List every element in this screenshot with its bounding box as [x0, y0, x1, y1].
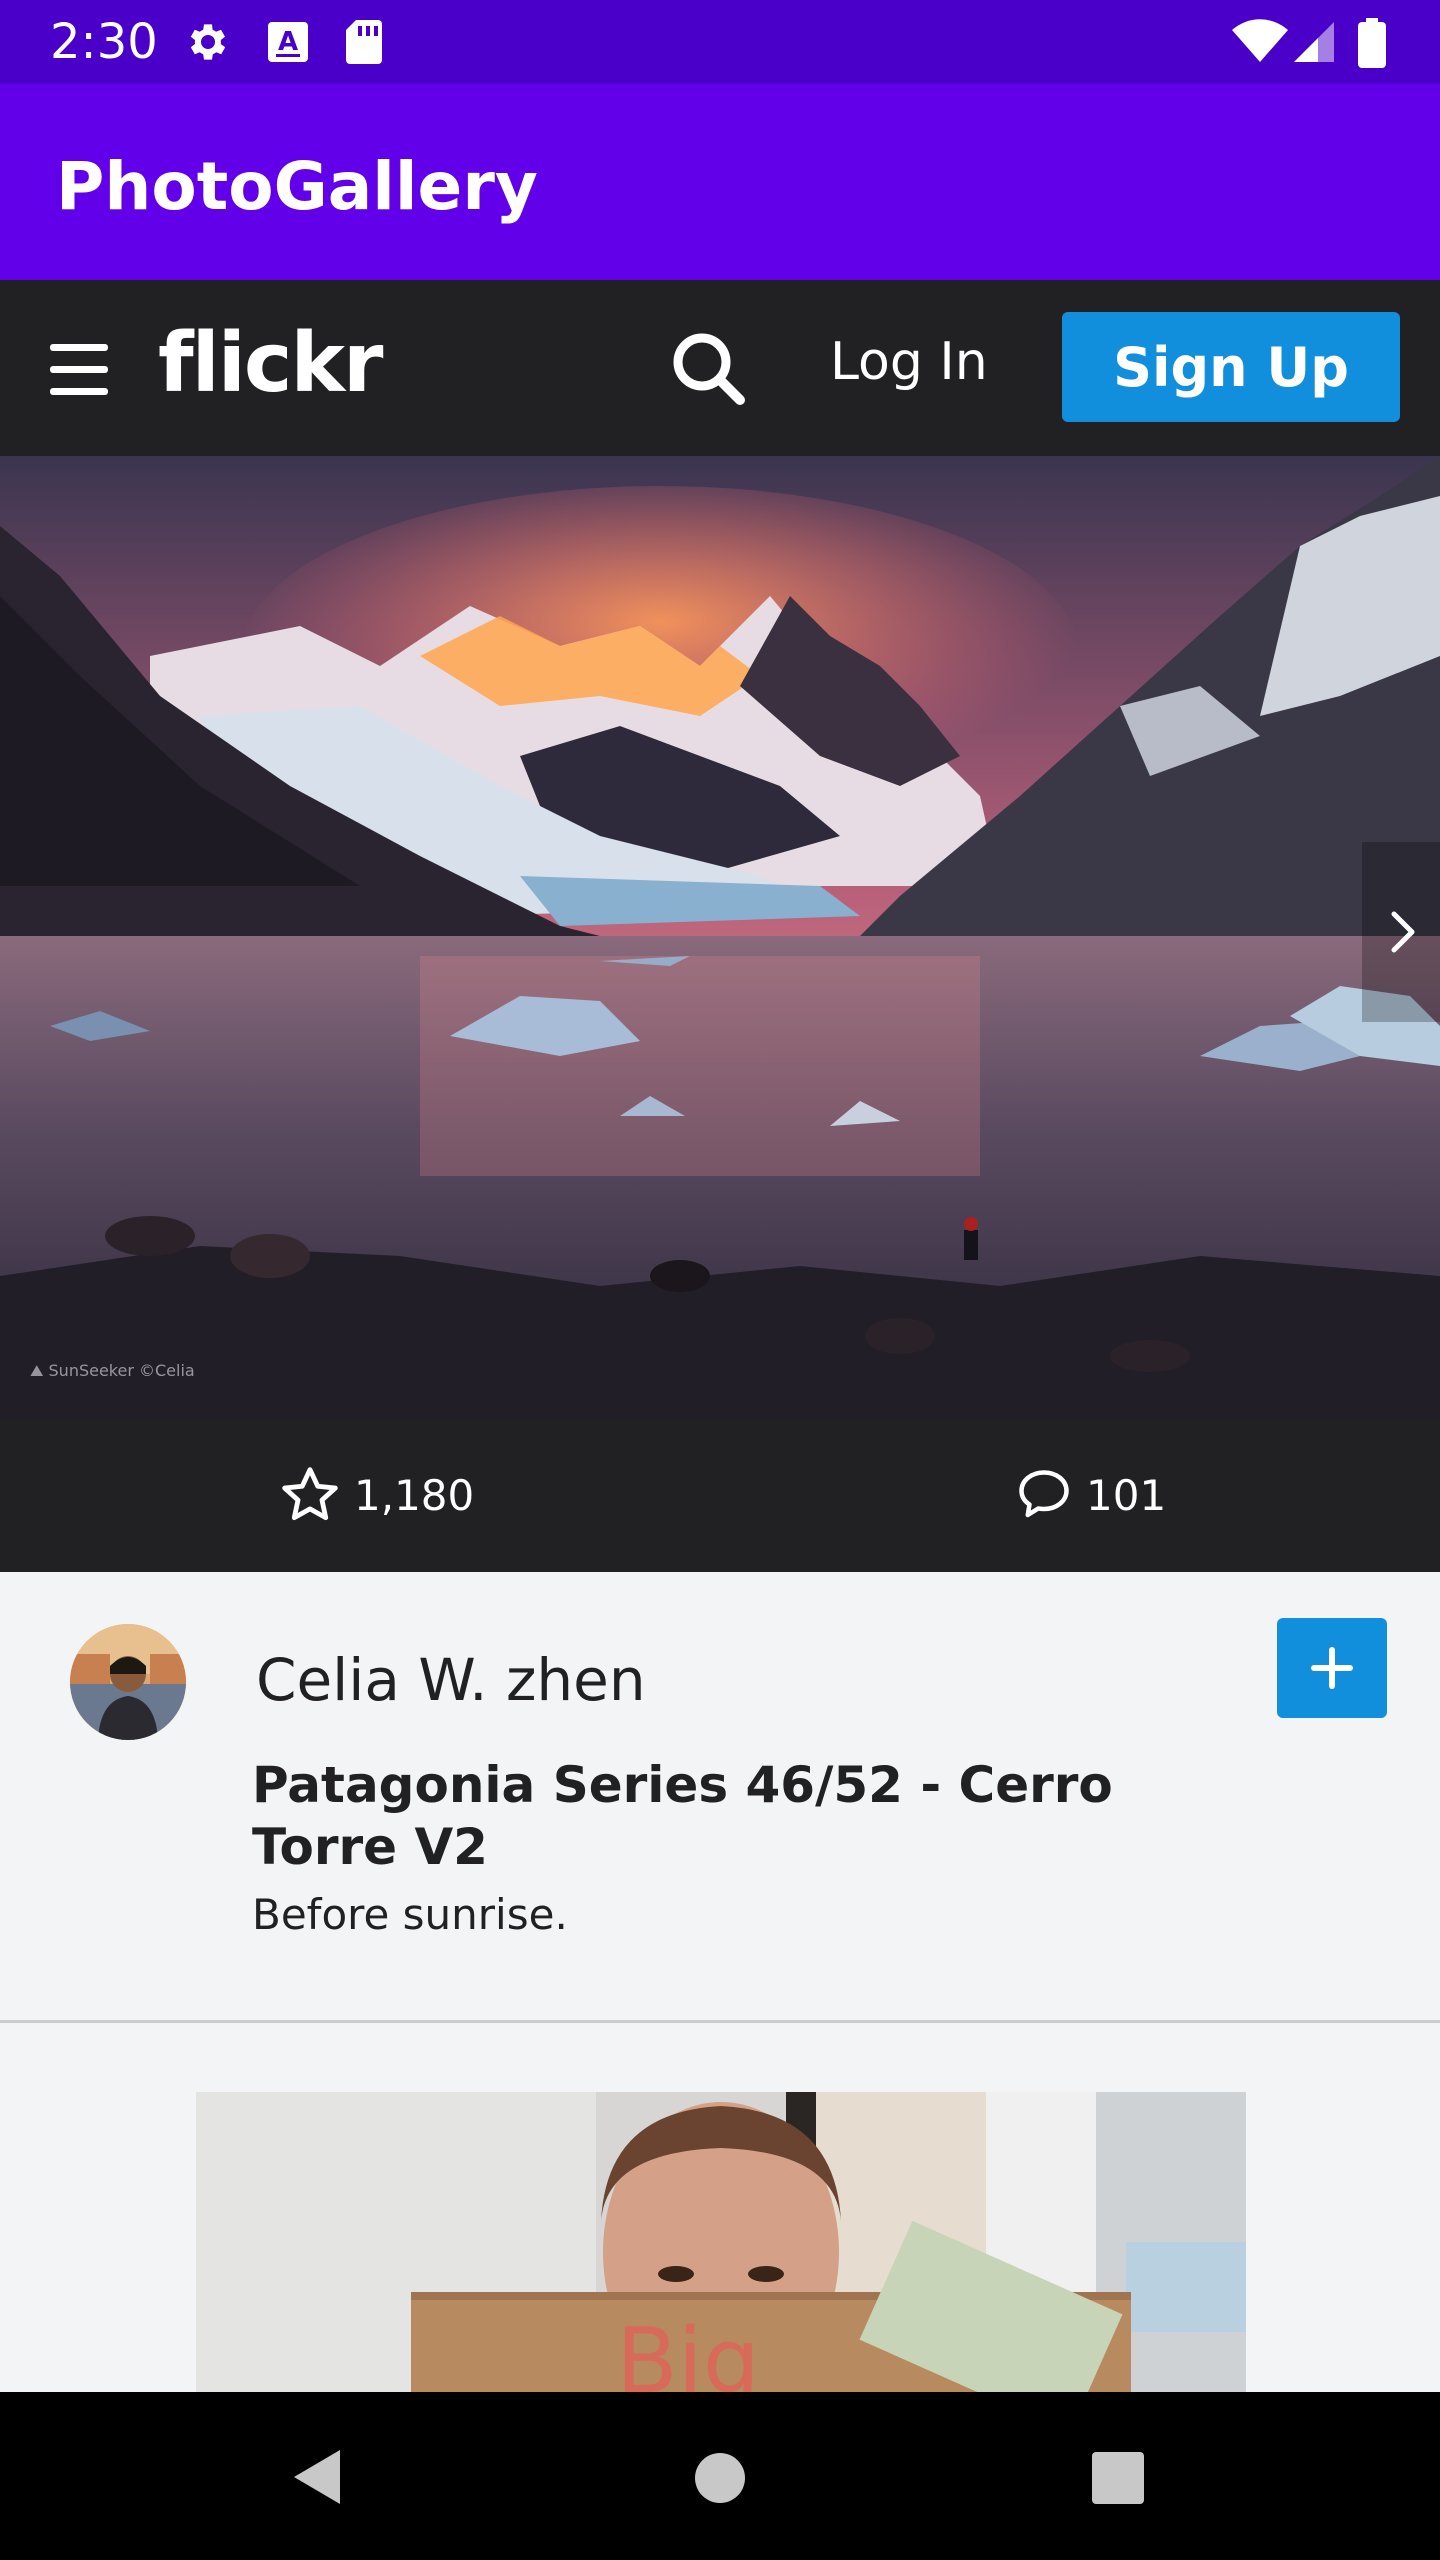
comments-count: 101 [1086, 1470, 1167, 1520]
avatar[interactable] [70, 1624, 186, 1740]
second-photo[interactable]: Big [196, 2092, 1246, 2392]
gear-icon [190, 24, 226, 60]
app-title: PhotoGallery [56, 148, 538, 225]
svg-text:⛰ SunSeeker ©Celia: ⛰ SunSeeker ©Celia [30, 1361, 195, 1380]
navigation-bar [0, 2392, 1440, 2560]
photo-info: Celia W. zhen Patagonia Series 46/52 - C… [0, 1572, 1440, 2020]
favorites-count: 1,180 [354, 1470, 475, 1520]
photo-title: Patagonia Series 46/52 - Cerro Torre V2 [252, 1756, 1113, 1876]
patagonia-photo-image: ⛰ SunSeeker ©Celia [0, 456, 1440, 1418]
photo-stats-bar: 1,180 101 [0, 1418, 1440, 1572]
flickr-header: flickr Log In Sign Up [0, 280, 1440, 456]
star-icon [282, 1467, 338, 1521]
svg-text:A: A [278, 27, 298, 57]
main-photo[interactable]: ⛰ SunSeeker ©Celia [0, 456, 1440, 1418]
plus-icon [1311, 1647, 1353, 1689]
signal-icon [1294, 22, 1334, 62]
comments-stat[interactable]: 101 [1014, 1462, 1166, 1528]
battery-icon [1358, 18, 1386, 68]
chevron-right-icon [1391, 911, 1415, 953]
wifi-icon [1232, 19, 1288, 62]
signup-button[interactable]: Sign Up [1062, 312, 1400, 422]
sd-card-icon [346, 20, 382, 64]
next-photo-button[interactable] [1362, 842, 1440, 1022]
recents-icon[interactable] [1090, 2450, 1146, 2506]
back-icon[interactable] [288, 2446, 344, 2508]
login-link[interactable]: Log In [830, 332, 988, 392]
home-icon[interactable] [694, 2452, 746, 2504]
search-icon[interactable] [668, 328, 748, 408]
app-bar: PhotoGallery [0, 84, 1440, 280]
flickr-logo[interactable]: flickr [158, 316, 383, 411]
follow-button[interactable] [1277, 1618, 1387, 1718]
cardboard-sign-text: Big [616, 2309, 760, 2392]
photo-description: Before sunrise. [252, 1890, 568, 1939]
divider [0, 2020, 1440, 2023]
status-time: 2:30 [50, 14, 158, 70]
second-photo-image: Big [196, 2092, 1246, 2392]
status-bar: 2:30 A [0, 0, 1440, 84]
author-avatar-image [70, 1624, 186, 1740]
favorites-stat[interactable]: 1,180 [278, 1462, 474, 1528]
author-name[interactable]: Celia W. zhen [256, 1646, 646, 1714]
menu-icon[interactable] [50, 344, 110, 396]
comment-icon [1019, 1470, 1069, 1518]
a-font-icon: A [268, 22, 308, 62]
